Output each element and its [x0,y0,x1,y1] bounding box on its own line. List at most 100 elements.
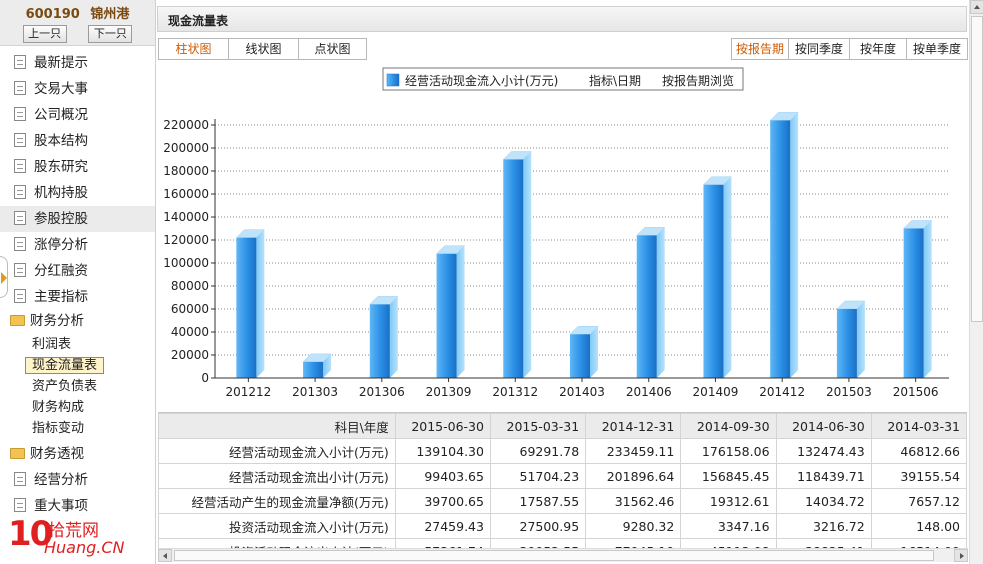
table-header-date[interactable]: 2015-06-30 [394,413,491,439]
sidebar-subitem-label: 财务构成 [32,400,85,415]
bar[interactable] [702,176,733,378]
sidebar-subitem-income[interactable]: 利润表 [0,334,155,355]
bar[interactable] [302,353,332,378]
sidebar-item-profile[interactable]: 公司概况 [0,102,155,128]
table-cell: 46812.66 [870,438,967,464]
sidebar-menu-more: 财务透视 经营分析 重大事项 [0,439,155,519]
prev-stock-button[interactable]: 上一只 [22,25,67,43]
legend-series: 经营活动现金流入小计(万元) [405,73,558,88]
bar[interactable] [636,227,666,378]
sidebar-item-holdings[interactable]: 参股控股 [0,206,155,232]
x-tick-label: 201403 [559,385,605,399]
table-row-label: 经营活动现金流出小计(万元) [158,463,396,489]
sidebar-subitem-balance[interactable]: 资产负债表 [0,376,155,397]
horizontal-scroll-thumb[interactable] [174,550,934,561]
stock-title: 600190 锦州港 [0,3,155,22]
y-tick-label: 0 [201,371,209,385]
table-cell: 17587.55 [489,488,587,514]
table-cell: 31562.46 [585,488,682,514]
sidebar-item-shareholders[interactable]: 股东研究 [0,154,155,180]
vertical-scrollbar[interactable] [969,0,983,564]
y-tick-label: 120000 [163,233,209,247]
sidebar-item-label: 分红融资 [34,263,88,279]
watermark-en: Huang.CN [44,538,125,557]
x-tick-label: 201406 [626,385,672,399]
x-tick-label: 201412 [759,385,805,399]
document-icon [14,498,26,512]
table-cell: 3347.16 [680,513,777,539]
scroll-up-arrow-icon[interactable] [970,0,983,14]
bar[interactable] [903,220,933,379]
bar[interactable] [569,326,599,378]
sidebar-item-capital[interactable]: 股本结构 [0,128,155,154]
tab-bar-chart[interactable]: 柱状图 [158,38,229,60]
table-cell: 9280.32 [585,513,682,539]
table-header-date[interactable]: 2015-03-31 [489,413,587,439]
scroll-right-arrow-icon[interactable] [954,549,968,562]
bar[interactable] [435,245,466,378]
bar[interactable] [836,300,866,378]
tab-line-chart[interactable]: 线状图 [228,38,299,60]
collapse-sidebar-handle[interactable] [0,256,8,298]
y-tick-label: 180000 [163,164,209,178]
sidebar-item-label: 股东研究 [34,159,88,175]
sidebar-item-limit-up[interactable]: 涨停分析 [0,232,155,258]
table-cell: 77945.19 [585,538,682,548]
sidebar-subitem-label: 现金流量表 [25,357,105,374]
sidebar-item-operations[interactable]: 经营分析 [0,467,155,493]
watermark-logo: 10 拾荒网 Huang.CN [8,514,148,562]
y-tick-label: 80000 [171,279,209,293]
sidebar-item-label: 主要指标 [34,289,88,305]
tab-by-single-quarter[interactable]: 按单季度 [906,38,968,60]
sidebar-item-label: 股本结构 [34,133,88,149]
bar[interactable] [769,112,799,379]
document-icon [14,263,26,277]
bar-side [590,326,598,378]
tab-by-year[interactable]: 按年度 [849,38,907,60]
tab-by-report-period[interactable]: 按报告期 [731,38,789,60]
sidebar-subitem-changes[interactable]: 指标变动 [0,418,155,439]
sidebar-item-indicators[interactable]: 主要指标 [0,284,155,310]
bar-front [636,235,657,378]
vertical-scroll-thumb[interactable] [971,16,983,322]
sidebar-item-events[interactable]: 交易大事 [0,76,155,102]
y-tick-label: 100000 [163,256,209,270]
scroll-left-arrow-icon[interactable] [158,549,172,562]
table-header-date[interactable]: 2014-12-31 [585,413,682,439]
table-header-date[interactable]: 2014-09-30 [680,413,777,439]
tab-dot-chart[interactable]: 点状图 [298,38,367,60]
folder-icon [10,448,25,459]
bar-front [836,309,857,378]
horizontal-scrollbar[interactable] [158,548,968,562]
sidebar-group-label: 财务分析 [30,313,84,329]
main-panel: 现金流量表 柱状图 线状图 点状图 按报告期 按同季度 按年度 按单季度 经营活… [157,0,983,564]
legend-swatch [386,73,400,87]
bar[interactable] [502,151,532,379]
sidebar-item-latest[interactable]: 最新提示 [0,50,155,76]
next-stock-button[interactable]: 下一只 [88,25,133,43]
sidebar-item-dividends[interactable]: 分红融资 [0,258,155,284]
sidebar-item-label: 交易大事 [34,81,88,97]
table-cell: 38825.41 [775,538,872,548]
y-tick-label: 160000 [163,187,209,201]
sidebar-subitem-cashflow[interactable]: 现金流量表 [0,355,155,376]
table-cell: 51704.23 [489,463,587,489]
x-tick-label: 201312 [492,385,538,399]
sidebar-group-finance[interactable]: 财务分析 [0,310,155,334]
sidebar-group-perspective[interactable]: 财务透视 [0,441,155,467]
table-cell: 99403.65 [394,463,491,489]
bar-front [436,253,457,378]
bar-front [570,334,590,378]
document-icon [14,107,26,121]
bar[interactable] [235,229,265,378]
bar[interactable] [369,296,399,378]
table-header-date[interactable]: 2014-03-31 [870,413,967,439]
table-cell: 14034.72 [775,488,872,514]
tab-by-same-quarter[interactable]: 按同季度 [788,38,850,60]
table-row: 投资活动现金流出小计(万元)57361.7439052.5577945.1945… [158,538,967,548]
folder-open-icon [10,315,25,326]
table-header-date[interactable]: 2014-06-30 [775,413,872,439]
bar-side [389,296,398,378]
sidebar-item-institutions[interactable]: 机构持股 [0,180,155,206]
sidebar-subitem-composition[interactable]: 财务构成 [0,397,155,418]
